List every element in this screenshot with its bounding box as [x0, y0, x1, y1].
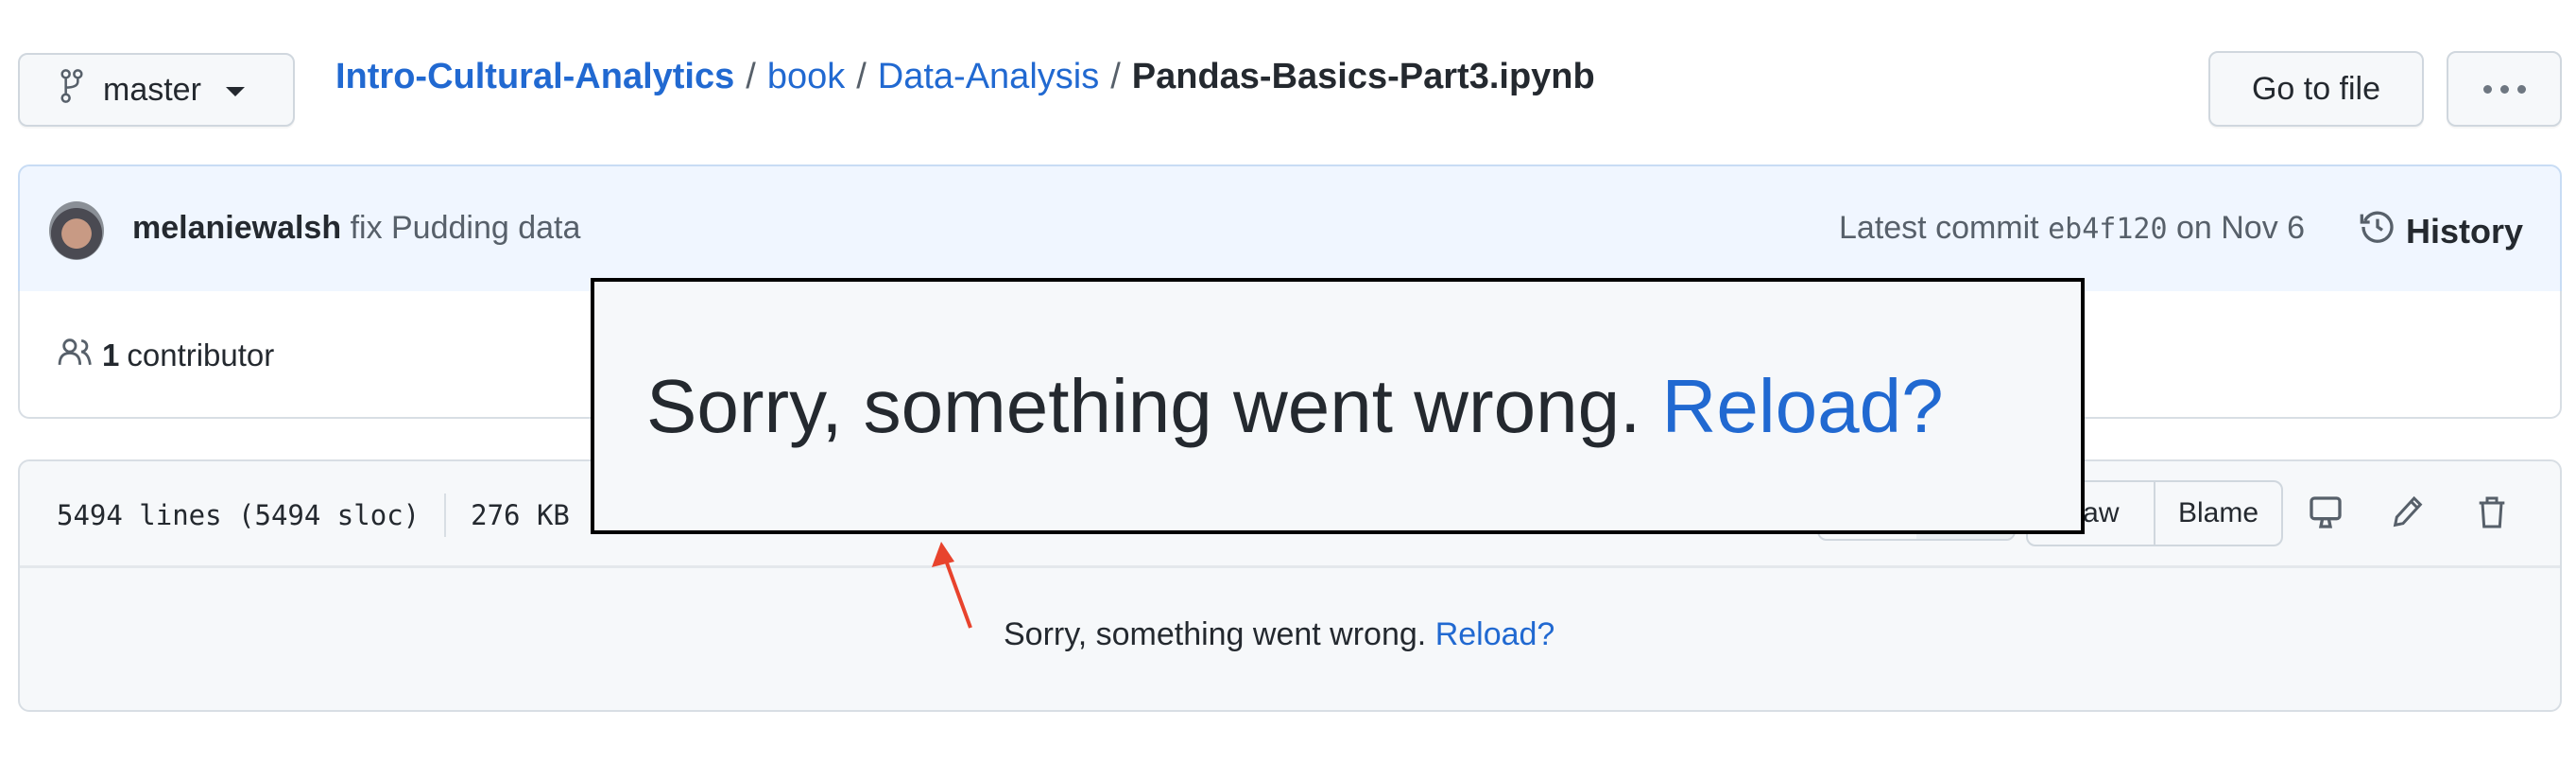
more-options-button[interactable]	[2447, 51, 2562, 127]
go-to-file-button[interactable]: Go to file	[2208, 51, 2424, 127]
history-icon	[2359, 208, 2396, 254]
breadcrumb-repo-link[interactable]: Intro-Cultural-Analytics	[335, 57, 734, 97]
file-load-error: Sorry, something went wrong. Reload?	[1004, 616, 1554, 653]
callout-reload-link: Reload?	[1661, 363, 1944, 448]
author-avatar[interactable]	[49, 201, 104, 260]
file-line-count: 5494 lines (5494 sloc)	[57, 499, 421, 531]
branch-select-button[interactable]: master	[18, 53, 295, 127]
blame-button[interactable]: Blame	[2154, 482, 2281, 545]
history-label: History	[2406, 211, 2524, 251]
zoomed-error-callout: Sorry, something went wrong. Reload?	[591, 278, 2085, 534]
kebab-dot	[2499, 84, 2509, 94]
edit-file-button[interactable]	[2385, 488, 2430, 537]
open-desktop-button[interactable]	[2303, 488, 2348, 537]
kebab-dot	[2516, 84, 2526, 94]
reload-link[interactable]: Reload?	[1435, 616, 1555, 652]
error-message: Sorry, something went wrong.	[1004, 616, 1427, 652]
desktop-icon	[2310, 496, 2342, 528]
file-info: 5494 lines (5494 sloc) 276 KB	[57, 493, 570, 537]
git-branch-icon	[60, 68, 84, 113]
breadcrumb-separator: /	[746, 57, 756, 96]
breadcrumb-current-file: Pandas-Basics-Part3.ipynb	[1131, 57, 1595, 96]
commit-message-link[interactable]: fix Pudding data	[351, 210, 581, 246]
breadcrumb: Intro-Cultural-Analytics / book / Data-A…	[335, 57, 1595, 97]
breadcrumb-separator: /	[856, 57, 867, 96]
breadcrumb-book-link[interactable]: book	[767, 57, 845, 97]
pencil-icon	[2393, 495, 2423, 528]
commit-sha-link[interactable]: eb4f120	[2048, 213, 2167, 246]
contributors-link[interactable]: 1 contributor	[57, 337, 274, 374]
commit-summary: melaniewalsh fix Pudding data	[132, 210, 580, 247]
commit-date: on Nov 6	[2175, 210, 2306, 246]
file-header-divider	[20, 565, 2560, 568]
delete-file-button[interactable]	[2469, 488, 2515, 537]
breadcrumb-separator: /	[1110, 57, 1121, 96]
kebab-horizontal-icon	[2482, 84, 2492, 94]
breadcrumb-data-analysis-link[interactable]: Data-Analysis	[878, 57, 1099, 97]
trash-icon	[2479, 496, 2505, 528]
caret-down-icon	[225, 87, 245, 96]
file-size: 276 KB	[471, 499, 570, 531]
latest-commit-info: Latest commit eb4f120 on Nov 6	[1839, 210, 2305, 247]
commit-author-link[interactable]: melaniewalsh	[132, 210, 341, 246]
branch-name: master	[103, 71, 201, 108]
contributor-count: 1	[102, 338, 120, 372]
callout-error-message: Sorry, something went wrong.	[646, 363, 1641, 448]
divider	[444, 493, 447, 537]
history-link[interactable]: History	[2359, 208, 2523, 254]
people-icon	[57, 337, 94, 374]
annotation-arrow	[932, 542, 972, 629]
contributor-label: contributor	[127, 338, 275, 372]
latest-commit-label: Latest commit	[1839, 210, 2039, 246]
